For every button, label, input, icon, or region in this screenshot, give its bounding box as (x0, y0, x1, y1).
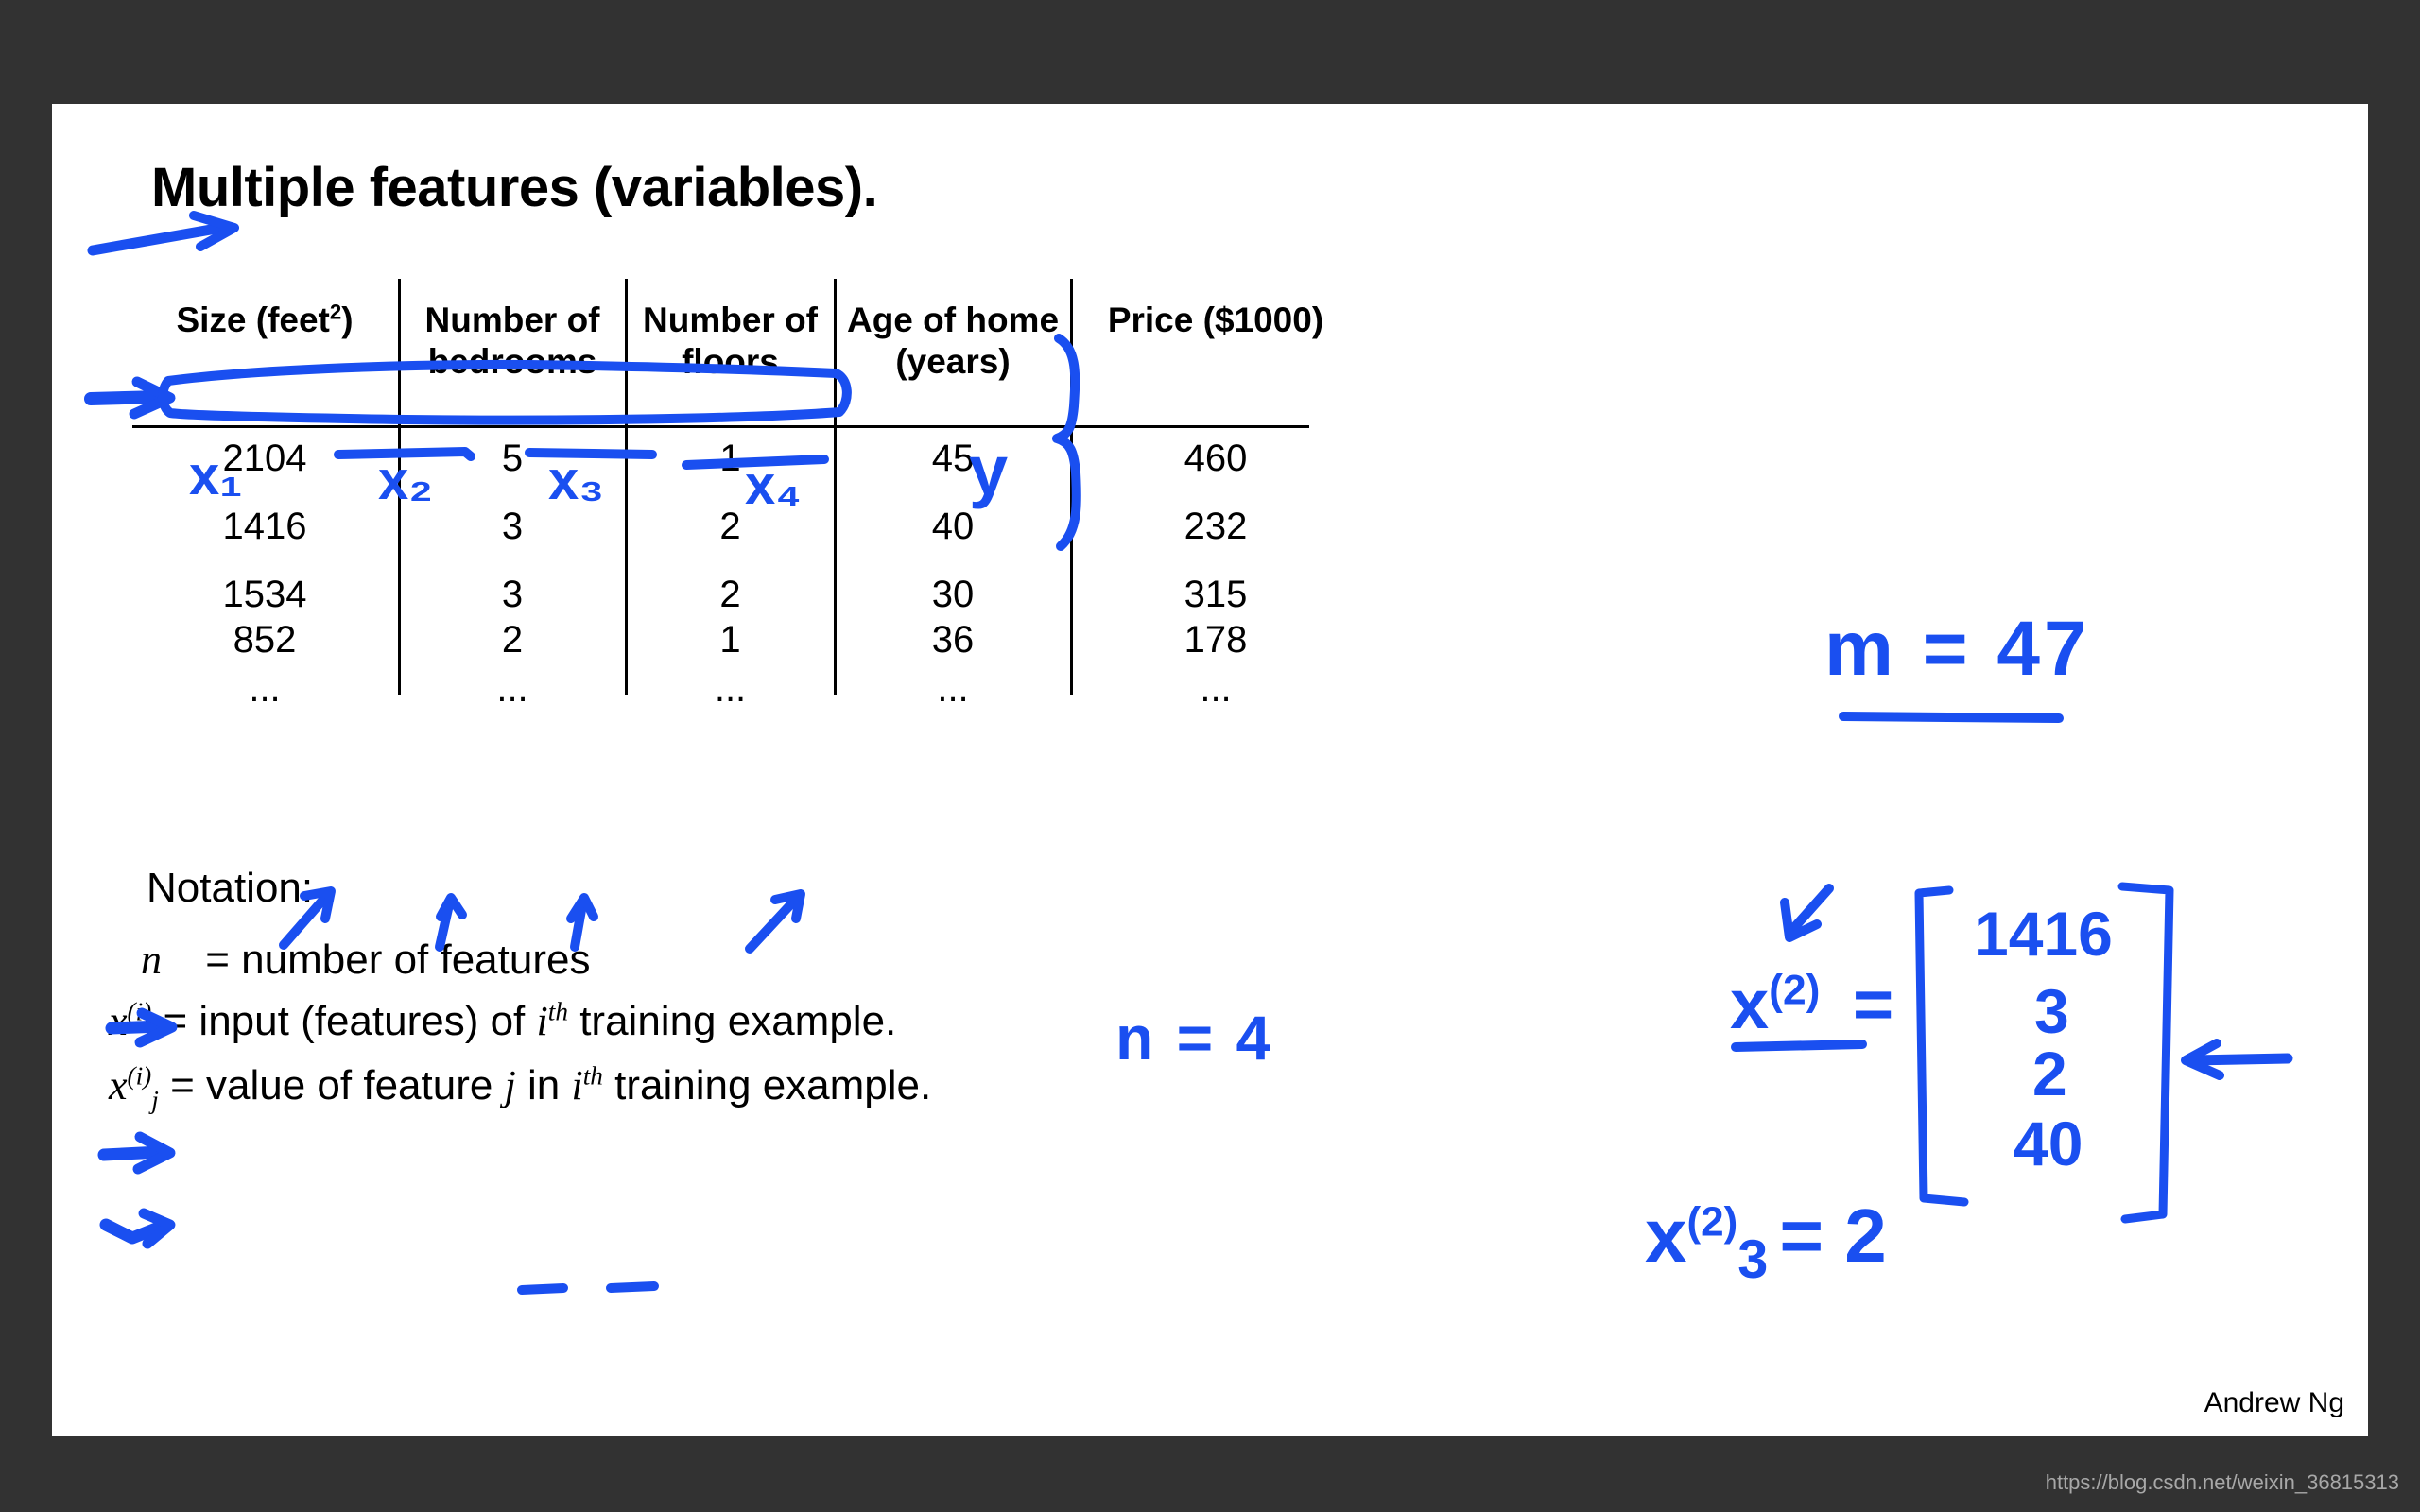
column-header-age-line1: Age of home (846, 301, 1060, 339)
annotation-x2: x₂ (378, 450, 434, 511)
notation-heading: Notation: (147, 865, 314, 911)
table-cell: 2 (501, 619, 524, 661)
notation-text-xij-a: = value of feature (170, 1062, 505, 1108)
notation-text-xi-b: training example. (567, 998, 897, 1044)
notation-text-xi-a: = input (features) of (163, 998, 537, 1044)
column-header-price-line1: Price ($1000) (1107, 301, 1324, 339)
notation-text-xij-b: training example. (602, 1062, 932, 1108)
column-header-age-line2: (years) (895, 341, 1011, 381)
housing-data-table: Size (feet2) Number of bedrooms Number o… (132, 279, 1834, 761)
table-cell: 30 (931, 574, 975, 615)
table-cell: 232 (1184, 506, 1248, 547)
table-cell: 2 (719, 574, 741, 615)
annotation-m-equals: m = 47 (1824, 606, 2091, 692)
table-cell: 1416 (222, 506, 307, 547)
column-header-floors: Number of floors (628, 300, 833, 382)
notation-text-xij-in: in (515, 1062, 572, 1108)
table-cell: 315 (1184, 574, 1248, 615)
table-cell: 460 (1184, 438, 1248, 479)
table-cell: 1534 (222, 574, 307, 615)
table-cell: 2104 (222, 438, 307, 479)
page-title: Multiple features (variables). (151, 157, 878, 218)
table-cell: 1 (719, 438, 741, 479)
notation-text-n: = number of features (205, 936, 591, 983)
notation-item-n: n = number of features (109, 936, 590, 984)
column-header-floors-line2: floors (682, 341, 779, 381)
column-header-bedrooms-line1: Number of (424, 301, 600, 339)
table-cell: ... (496, 668, 528, 710)
annotation-n-equals: n = 4 (1115, 1003, 1274, 1073)
annotation-x-superscript-2: x(2) = (1730, 965, 1894, 1043)
annotation-x4: x₄ (745, 455, 802, 516)
table-cell: ... (714, 668, 747, 710)
table-vline-4 (1070, 279, 1073, 695)
table-cell: 1 (719, 619, 741, 661)
annotation-x3: x₃ (548, 450, 605, 511)
table-cell: 45 (931, 438, 975, 479)
notation-italic-i2: ith (571, 1061, 603, 1108)
table-cell: ... (1200, 668, 1232, 710)
annotation-vector-value-4: 40 (2014, 1108, 2083, 1178)
column-header-age: Age of home (years) (837, 300, 1069, 382)
table-cell: 852 (233, 619, 297, 661)
annotation-x1: x₁ (189, 445, 243, 507)
table-header-rule (132, 425, 1309, 428)
notation-item-xi: x(i) = input (features) of ith training … (109, 997, 896, 1045)
column-header-size-label: Size (feet2) (176, 300, 354, 339)
annotation-x3-2-equals-2: x(2)3 = 2 (1645, 1194, 1887, 1290)
notation-item-xij: x(i)j = value of feature j in ith traini… (109, 1061, 931, 1115)
column-header-bedrooms: Number of bedrooms (401, 300, 624, 382)
annotation-y: y (969, 431, 1009, 509)
notation-italic-i: ith (536, 997, 568, 1044)
table-cell: 2 (719, 506, 741, 547)
table-cell: 3 (501, 574, 524, 615)
column-header-floors-line1: Number of (643, 301, 818, 339)
column-header-price: Price ($1000) (1074, 300, 1357, 341)
table-cell: 36 (931, 619, 975, 661)
watermark: https://blog.csdn.net/weixin_36815313 (2045, 1470, 2399, 1494)
table-cell: ... (937, 668, 969, 710)
notation-symbol-xij: x(i)j (109, 1061, 159, 1114)
column-header-size: Size (feet2) (132, 300, 397, 341)
column-header-bedrooms-line2: bedrooms (427, 341, 597, 381)
author-credit: Andrew Ng (2204, 1387, 2344, 1418)
annotation-vector-value-3: 2 (2032, 1039, 2067, 1108)
annotation-vector-value-1: 1416 (1974, 899, 2113, 969)
slide-canvas: Multiple features (variables). Size (fee… (52, 104, 2368, 1436)
notation-symbol-xi: x(i) (109, 997, 152, 1044)
notation-italic-j: j (504, 1062, 516, 1108)
table-cell: 40 (931, 506, 975, 547)
annotation-vector-value-2: 3 (2034, 976, 2069, 1046)
table-cell: ... (249, 668, 281, 710)
notation-symbol-n: n (141, 936, 162, 983)
table-cell: 178 (1184, 619, 1248, 661)
